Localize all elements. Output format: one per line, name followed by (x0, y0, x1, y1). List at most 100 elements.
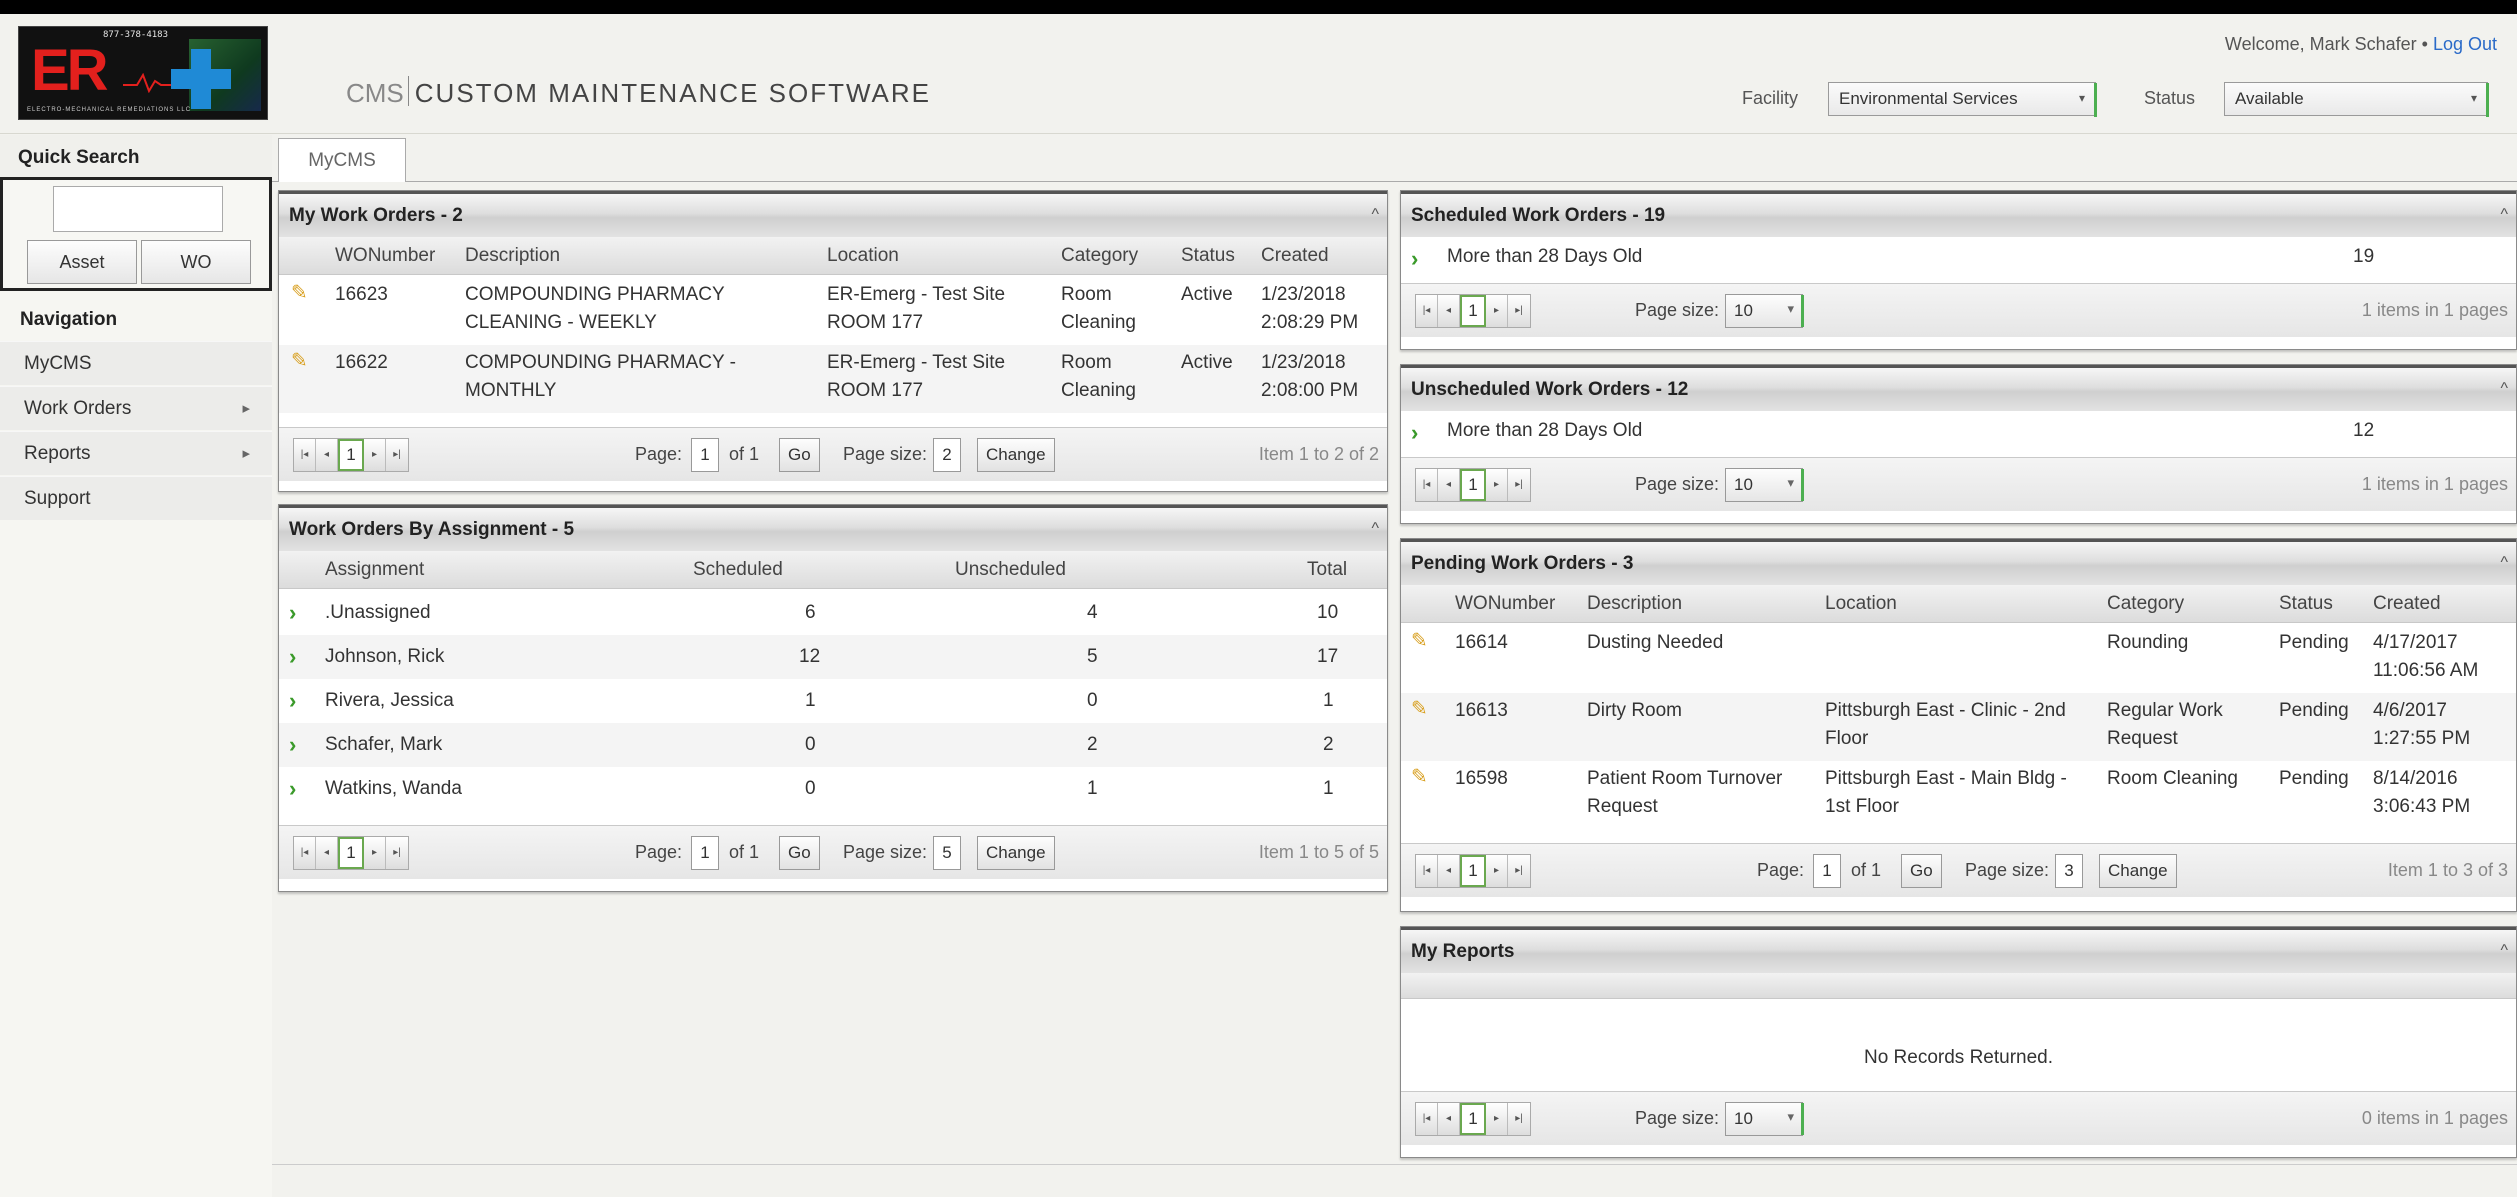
expand-chevron-icon[interactable]: › (289, 731, 296, 759)
quick-search-input[interactable] (53, 186, 223, 232)
column-header[interactable]: Total (1307, 559, 1347, 581)
change-button[interactable]: Change (977, 836, 1055, 870)
go-button[interactable]: Go (1901, 854, 1942, 888)
expand-chevron-icon[interactable]: › (289, 775, 296, 803)
first-page-icon[interactable]: |◂ (1416, 469, 1438, 501)
last-page-icon[interactable]: ▸| (386, 439, 408, 471)
page-size-input[interactable]: 5 (933, 836, 961, 870)
first-page-icon[interactable]: |◂ (1416, 855, 1438, 887)
list-item[interactable]: › More than 28 Days Old 12 (1401, 413, 2516, 453)
go-button[interactable]: Go (779, 836, 820, 870)
expand-chevron-icon[interactable]: › (289, 599, 296, 627)
table-row[interactable]: › Johnson, Rick 12 5 17 (279, 635, 1387, 679)
page-input[interactable]: 1 (691, 836, 719, 870)
expand-chevron-icon[interactable]: › (1411, 419, 1418, 447)
table-row[interactable]: ✎ 16598 Patient Room Turnover Request Pi… (1401, 761, 2516, 829)
next-page-icon[interactable]: ▸ (1486, 1103, 1508, 1135)
page-size-select[interactable]: 10 (1725, 1102, 1804, 1136)
page-size-input[interactable]: 2 (933, 438, 961, 472)
column-header[interactable]: WONumber (335, 245, 435, 267)
tab-mycms[interactable]: MyCMS (278, 138, 406, 182)
sidebar-item-reports[interactable]: Reports ▸ (0, 431, 272, 475)
prev-page-icon[interactable]: ◂ (316, 439, 338, 471)
next-page-icon[interactable]: ▸ (364, 439, 386, 471)
facility-select[interactable]: Environmental Services ▾ (1828, 82, 2097, 117)
column-header[interactable]: Category (1061, 245, 1138, 267)
table-row[interactable]: › Watkins, Wanda 0 1 1 (279, 767, 1387, 811)
current-page[interactable]: 1 (1460, 295, 1486, 327)
pencil-edit-icon[interactable]: ✎ (1411, 763, 1428, 791)
collapse-icon[interactable]: ^ (1371, 520, 1379, 538)
next-page-icon[interactable]: ▸ (1486, 295, 1508, 327)
expand-chevron-icon[interactable]: › (289, 687, 296, 715)
sidebar-item-support[interactable]: Support (0, 476, 272, 520)
prev-page-icon[interactable]: ◂ (1438, 1103, 1460, 1135)
column-header[interactable]: Created (1261, 245, 1329, 267)
first-page-icon[interactable]: |◂ (294, 439, 316, 471)
column-header[interactable]: Scheduled (693, 559, 783, 581)
table-row[interactable]: ✎ 16623 COMPOUNDING PHARMACY CLEANING - … (279, 277, 1387, 345)
first-page-icon[interactable]: |◂ (294, 837, 316, 869)
wo-search-button[interactable]: WO (141, 240, 251, 284)
collapse-icon[interactable]: ^ (1371, 206, 1379, 224)
prev-page-icon[interactable]: ◂ (1438, 469, 1460, 501)
page-size-input[interactable]: 3 (2055, 854, 2083, 888)
column-header[interactable]: Status (2279, 593, 2333, 615)
column-header[interactable]: Status (1181, 245, 1235, 267)
current-page[interactable]: 1 (338, 439, 364, 471)
collapse-icon[interactable]: ^ (2500, 380, 2508, 398)
collapse-icon[interactable]: ^ (2500, 206, 2508, 224)
table-row[interactable]: ✎ 16622 COMPOUNDING PHARMACY - MONTHLY E… (279, 345, 1387, 413)
column-header[interactable]: Assignment (325, 559, 424, 581)
current-page[interactable]: 1 (338, 837, 364, 869)
next-page-icon[interactable]: ▸ (1486, 855, 1508, 887)
table-row[interactable]: › .Unassigned 6 4 10 (279, 591, 1387, 635)
logout-link[interactable]: Log Out (2433, 34, 2497, 54)
expand-chevron-icon[interactable]: › (289, 643, 296, 671)
change-button[interactable]: Change (977, 438, 1055, 472)
change-button[interactable]: Change (2099, 854, 2177, 888)
current-page[interactable]: 1 (1460, 1103, 1486, 1135)
status-select[interactable]: Available ▾ (2224, 82, 2489, 117)
current-page[interactable]: 1 (1460, 855, 1486, 887)
pencil-edit-icon[interactable]: ✎ (291, 279, 308, 307)
last-page-icon[interactable]: ▸| (386, 837, 408, 869)
page-input[interactable]: 1 (691, 438, 719, 472)
prev-page-icon[interactable]: ◂ (316, 837, 338, 869)
list-item[interactable]: › More than 28 Days Old 19 (1401, 239, 2516, 279)
collapse-icon[interactable]: ^ (2500, 942, 2508, 960)
last-page-icon[interactable]: ▸| (1508, 855, 1530, 887)
last-page-icon[interactable]: ▸| (1508, 295, 1530, 327)
expand-chevron-icon[interactable]: › (1411, 245, 1418, 273)
sidebar-item-mycms[interactable]: MyCMS (0, 341, 272, 385)
next-page-icon[interactable]: ▸ (1486, 469, 1508, 501)
pencil-edit-icon[interactable]: ✎ (1411, 627, 1428, 655)
collapse-icon[interactable]: ^ (2500, 554, 2508, 572)
column-header[interactable]: Created (2373, 593, 2441, 615)
go-button[interactable]: Go (779, 438, 820, 472)
next-page-icon[interactable]: ▸ (364, 837, 386, 869)
first-page-icon[interactable]: |◂ (1416, 1103, 1438, 1135)
table-row[interactable]: ✎ 16614 Dusting Needed Rounding Pending … (1401, 625, 2516, 693)
sidebar-item-work-orders[interactable]: Work Orders ▸ (0, 386, 272, 430)
page-size-select[interactable]: 10 (1725, 294, 1804, 328)
table-row[interactable]: › Rivera, Jessica 1 0 1 (279, 679, 1387, 723)
column-header[interactable]: Location (827, 245, 899, 267)
column-header[interactable]: Category (2107, 593, 2184, 615)
column-header[interactable]: WONumber (1455, 593, 1555, 615)
page-size-select[interactable]: 10 (1725, 468, 1804, 502)
asset-search-button[interactable]: Asset (27, 240, 137, 284)
last-page-icon[interactable]: ▸| (1508, 1103, 1530, 1135)
table-row[interactable]: ✎ 16613 Dirty Room Pittsburgh East - Cli… (1401, 693, 2516, 761)
page-input[interactable]: 1 (1813, 854, 1841, 888)
table-row[interactable]: › Schafer, Mark 0 2 2 (279, 723, 1387, 767)
prev-page-icon[interactable]: ◂ (1438, 295, 1460, 327)
column-header[interactable]: Location (1825, 593, 1897, 615)
current-page[interactable]: 1 (1460, 469, 1486, 501)
last-page-icon[interactable]: ▸| (1508, 469, 1530, 501)
column-header[interactable]: Description (465, 245, 560, 267)
first-page-icon[interactable]: |◂ (1416, 295, 1438, 327)
prev-page-icon[interactable]: ◂ (1438, 855, 1460, 887)
column-header[interactable]: Description (1587, 593, 1682, 615)
pencil-edit-icon[interactable]: ✎ (1411, 695, 1428, 723)
